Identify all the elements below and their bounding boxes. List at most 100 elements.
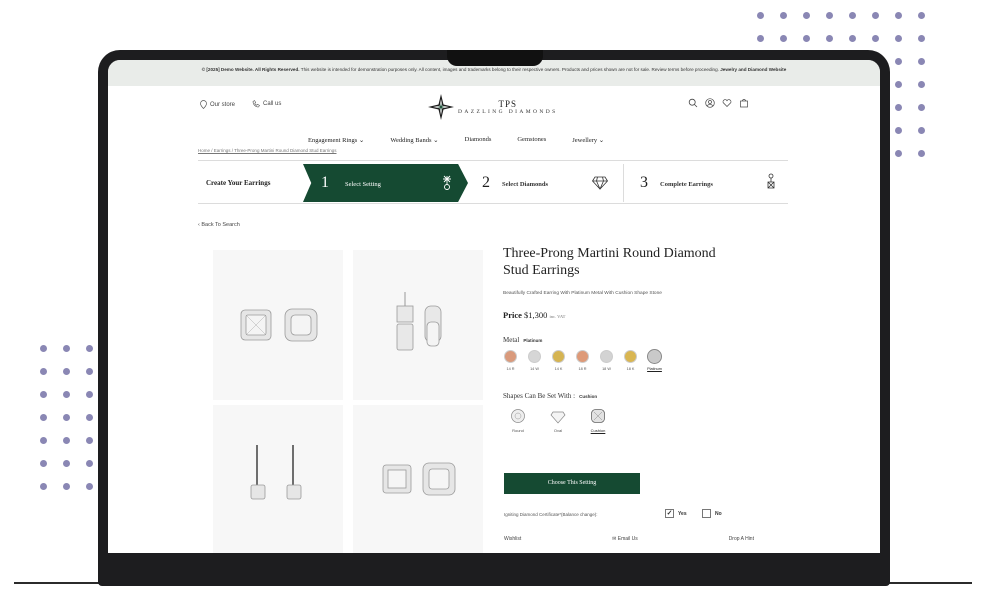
location-pin-icon xyxy=(200,100,207,109)
certificate-no-option[interactable]: No xyxy=(702,509,722,518)
choose-setting-button[interactable]: Choose This Setting xyxy=(504,473,640,494)
shape-caption: Cushion xyxy=(590,428,606,433)
metal-swatch-14r[interactable]: 14 R xyxy=(503,350,518,371)
our-store-link[interactable]: Our store xyxy=(200,100,235,109)
builder-steps: Create Your Earrings 1 Select Setting 2 … xyxy=(198,160,788,204)
shape-option-oval[interactable]: Oval xyxy=(546,408,570,433)
step-2-label: Select Diamonds xyxy=(502,181,549,188)
step-3-label: Complete Earrings xyxy=(660,181,713,188)
shape-caption: Oval xyxy=(553,428,563,433)
steps-title: Create Your Earrings xyxy=(206,179,271,187)
nav-jewellery[interactable]: Jewellery ⌄ xyxy=(572,136,604,144)
shape-option-round[interactable]: Round xyxy=(506,408,530,433)
round-diamond-icon xyxy=(511,409,525,423)
stud-earrings-side-image xyxy=(396,292,442,351)
site-logo[interactable]: TPS DAZZLING DIAMONDS xyxy=(428,94,558,120)
product-actions: Wishlist ✉ Email Us Drop A Hint xyxy=(504,536,754,542)
metal-selected-value: Platinum xyxy=(523,338,543,343)
swatch-caption: 14 K xyxy=(554,367,563,371)
product-image-1[interactable] xyxy=(213,250,343,400)
step-3-number: 3 xyxy=(640,174,648,191)
checkbox-checked-icon[interactable]: ✓ xyxy=(665,509,674,518)
metal-selector-label: Metal Platinum xyxy=(503,336,542,344)
logo-line-2: DAZZLING DIAMONDS xyxy=(458,109,558,115)
metal-swatch-platinum[interactable]: Platinum xyxy=(647,350,662,371)
certificate-yes-option[interactable]: ✓ Yes xyxy=(665,509,687,518)
product-title: Three-Prong Martini Round Diamond Stud E… xyxy=(503,246,716,278)
nav-wedding-bands[interactable]: Wedding Bands ⌄ xyxy=(390,136,438,144)
swatch-caption: 14 W xyxy=(530,367,539,371)
announcement-lead: © [2025] Demo Website. All Rights Reserv… xyxy=(201,67,300,72)
product-description: Beautifully Crafted Earring With Platinu… xyxy=(503,291,662,296)
step-complete-earrings[interactable]: 3 Complete Earrings xyxy=(634,164,788,202)
wishlist-link[interactable]: Wishlist xyxy=(504,536,521,542)
product-image-4[interactable] xyxy=(353,405,483,553)
shapes-label: Shapes Can Be Set With : xyxy=(503,392,576,400)
heart-icon[interactable] xyxy=(722,98,732,108)
announcement-brand: Jewelry and Diamond Website xyxy=(720,67,787,72)
laptop-frame: © [2025] Demo Website. All Rights Reserv… xyxy=(98,50,890,586)
back-to-search-link[interactable]: ‹ Back To Search xyxy=(198,222,240,228)
checkbox-empty-icon[interactable] xyxy=(702,509,711,518)
email-us-link[interactable]: ✉ Email Us xyxy=(612,536,638,542)
shape-option-cushion[interactable]: Cushion xyxy=(586,408,610,433)
metal-label: Metal xyxy=(503,336,520,344)
metal-swatches: 14 R 14 W 14 K 18 R 18 W 18 K Platinum xyxy=(503,350,662,371)
account-icon[interactable] xyxy=(705,98,715,108)
cart-icon[interactable] xyxy=(739,98,749,108)
laptop-screen: © [2025] Demo Website. All Rights Reserv… xyxy=(108,60,880,553)
certificate-option-label: Igniting Diamond Certificate*(Balance ch… xyxy=(504,512,598,517)
swatch-dot xyxy=(648,350,661,363)
step-select-diamonds[interactable]: 2 Select Diamonds xyxy=(476,164,624,202)
call-us-label: Call us xyxy=(263,101,282,107)
page-stage: © [2025] Demo Website. All Rights Reserv… xyxy=(0,0,987,600)
swatch-dot xyxy=(600,350,613,363)
finished-earring-icon xyxy=(767,173,775,189)
step-2-number: 2 xyxy=(482,174,490,191)
stud-earrings-pair-image xyxy=(240,308,318,342)
swatch-dot xyxy=(528,350,541,363)
shape-selected-value: Cushion xyxy=(579,394,598,399)
swatch-caption: 18 K xyxy=(626,367,635,371)
our-store-label: Our store xyxy=(210,101,236,108)
no-label: No xyxy=(715,510,722,517)
swatch-caption: 18 R xyxy=(578,367,587,371)
diamond-icon xyxy=(592,176,608,190)
yes-label: Yes xyxy=(678,510,687,517)
header-icon-group xyxy=(688,98,749,108)
product-image-2[interactable] xyxy=(353,250,483,400)
metal-swatch-18w[interactable]: 18 W xyxy=(599,350,614,371)
earring-setting-icon xyxy=(443,175,451,190)
product-price: Price $1,300 inc. VAT xyxy=(503,310,565,320)
nav-engagement-rings[interactable]: Engagement Rings ⌄ xyxy=(308,136,364,144)
shape-options: Round Oval Cushion xyxy=(506,408,610,433)
breadcrumb[interactable]: Home / Earrings / Three-Prong Martini Ro… xyxy=(198,148,336,153)
metal-swatch-14k[interactable]: 14 K xyxy=(551,350,566,371)
stud-earrings-angle-image xyxy=(382,462,456,496)
breadcrumb-text[interactable]: Home / Earrings / Three-Prong Martini Ro… xyxy=(198,148,336,153)
metal-swatch-18k[interactable]: 18 K xyxy=(623,350,638,371)
shape-caption: Round xyxy=(512,428,524,433)
metal-swatch-14w[interactable]: 14 W xyxy=(527,350,542,371)
logo-line-1: TPS xyxy=(498,99,518,109)
shapes-selector-label: Shapes Can Be Set With : Cushion xyxy=(503,392,597,400)
step-select-setting[interactable]: 1 Select Setting xyxy=(303,164,468,202)
metal-swatch-18r[interactable]: 18 R xyxy=(575,350,590,371)
drop-hint-link[interactable]: Drop A Hint xyxy=(729,536,754,542)
swatch-dot xyxy=(624,350,637,363)
swatch-caption: Platinum xyxy=(647,367,662,371)
camera-notch xyxy=(447,50,543,66)
phone-icon xyxy=(252,100,260,108)
nav-diamonds[interactable]: Diamonds xyxy=(465,136,492,144)
swatch-dot xyxy=(552,350,565,363)
oval-diamond-icon xyxy=(550,411,566,424)
search-icon[interactable] xyxy=(688,98,698,108)
price-tax-note: inc. VAT xyxy=(549,314,566,319)
email-us-label: Email Us xyxy=(617,536,638,542)
swatch-dot xyxy=(576,350,589,363)
nav-gemstones[interactable]: Gemstones xyxy=(517,136,546,144)
call-us-link[interactable]: Call us xyxy=(252,100,281,108)
product-image-3[interactable] xyxy=(213,405,343,553)
price-label: Price xyxy=(503,310,522,320)
swatch-caption: 18 W xyxy=(602,367,611,371)
